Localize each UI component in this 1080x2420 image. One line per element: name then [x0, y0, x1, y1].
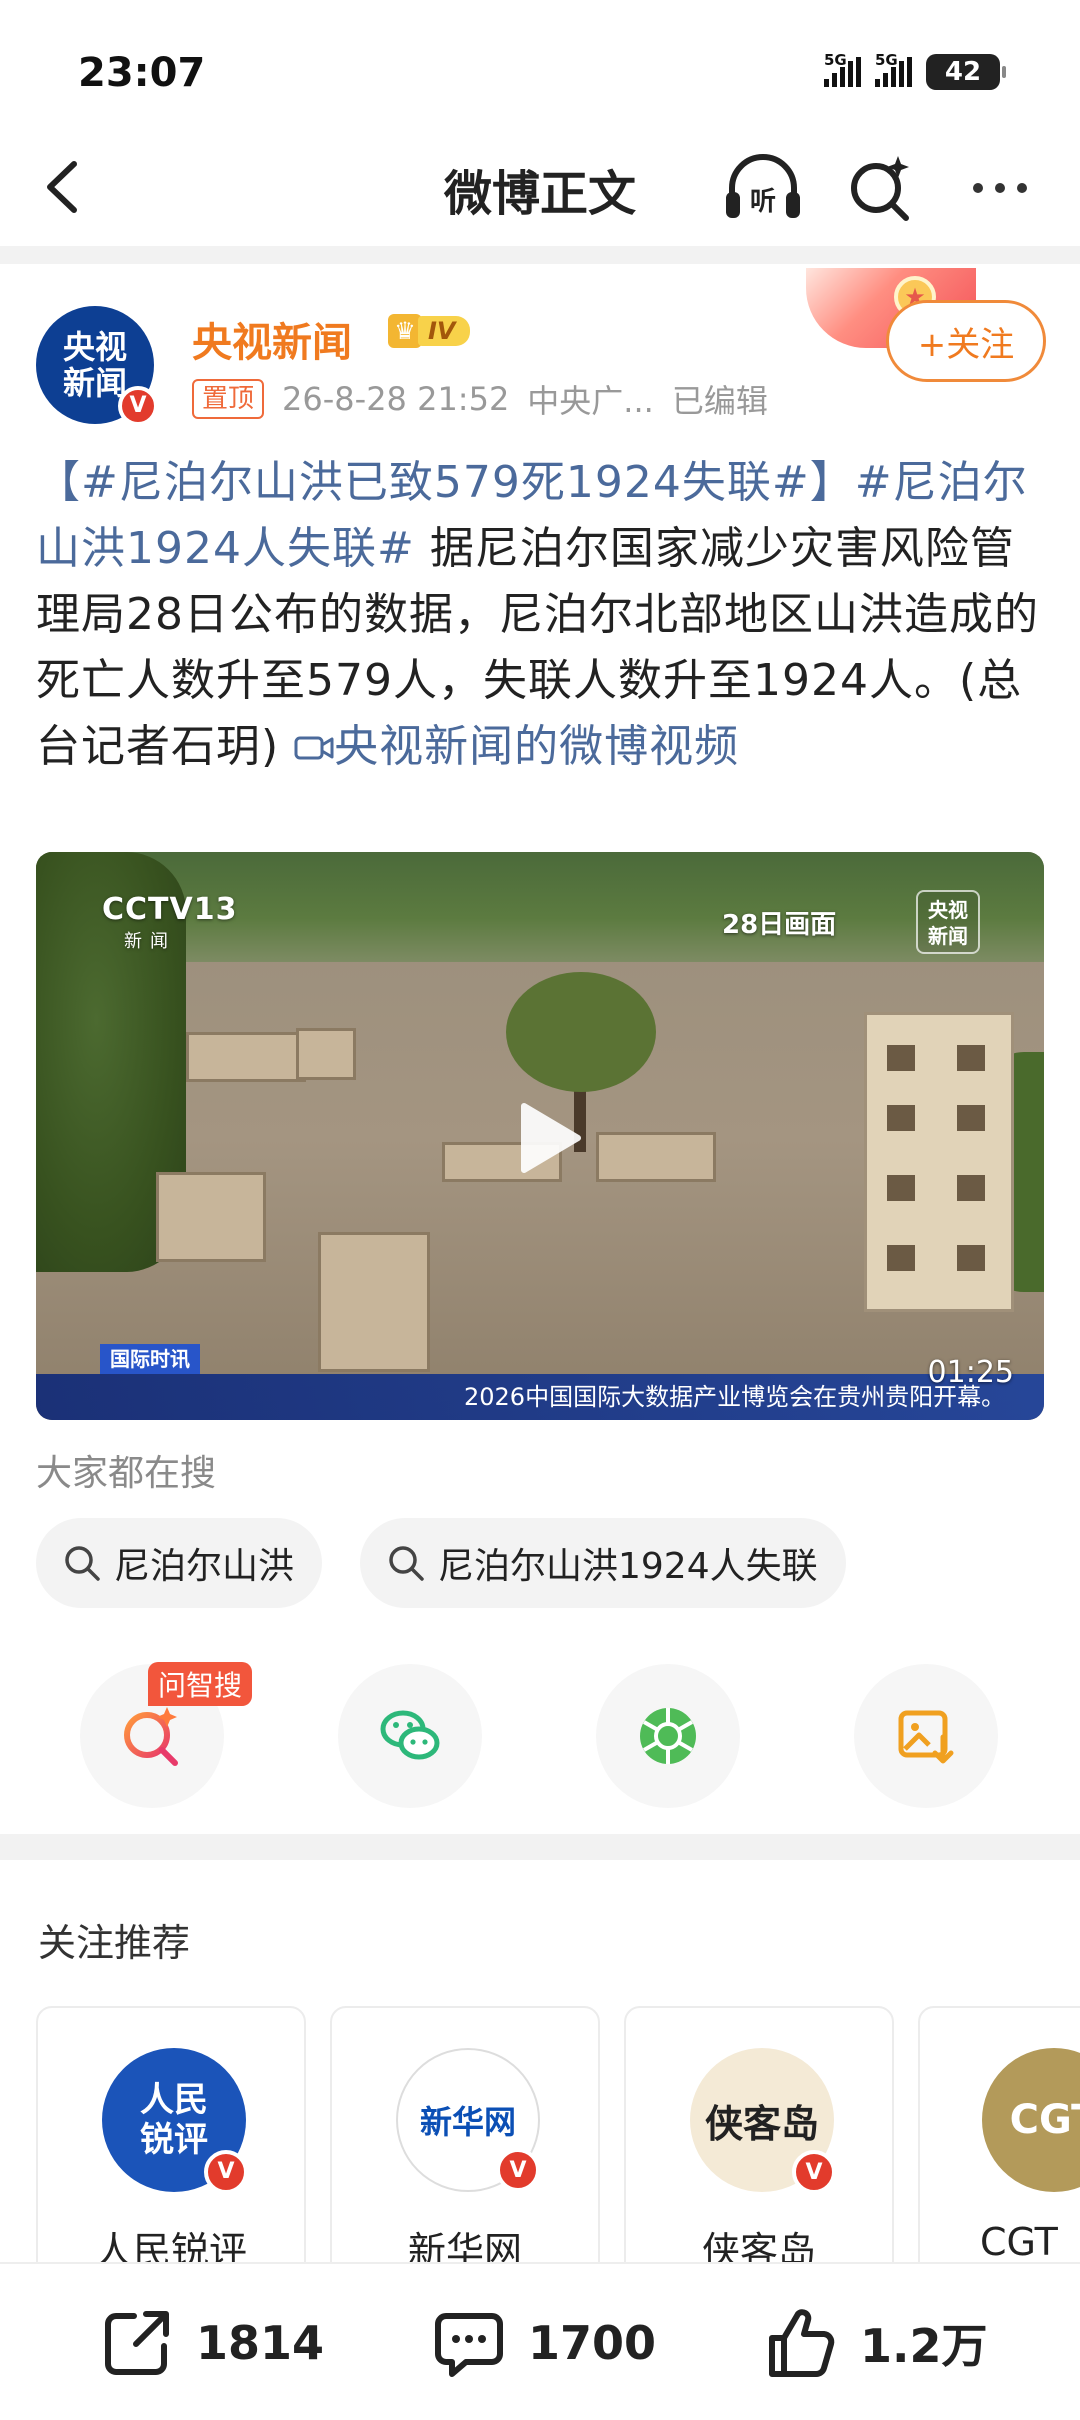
news-ticker: 国际时讯 2026中国国际大数据产业博览会在贵州贵阳开幕。 [36, 1344, 1044, 1420]
recommend-item[interactable]: 人民锐评 V 人民锐评 [36, 2006, 306, 2296]
bottom-action-bar: 1814 1700 1.2万 [0, 2262, 1080, 2420]
search-icon [65, 1546, 100, 1581]
recommend-item[interactable]: 侠客岛 V 侠客岛 [624, 2006, 894, 2296]
repost-count: 1814 [196, 2316, 325, 2370]
search-icon [389, 1546, 424, 1581]
wechat-share-button[interactable] [338, 1664, 482, 1808]
ai-search-icon[interactable] [846, 152, 916, 222]
video-link[interactable]: 央视新闻的微博视频 [294, 721, 739, 772]
channel-corner-logo: 央视 新闻 [916, 890, 980, 954]
battery-icon: 42 [926, 54, 1006, 90]
post-meta: 置顶 26-8-28 21:52 中央广... 已编辑 [192, 376, 768, 422]
wechat-icon [380, 1710, 440, 1760]
recommend-avatar: 新华网 V [396, 2048, 540, 2192]
recommend-section: 关注推荐 人民锐评V 人民锐评 新华网V 新华网 侠客岛V 侠客岛 CGT CG… [0, 1860, 1080, 2296]
wenzhisou-tag: 问智搜 [148, 1662, 253, 1706]
repost-icon [105, 2311, 169, 2375]
author-avatar[interactable]: 央视 新闻 V [36, 306, 158, 426]
comment-count: 1700 [528, 2316, 657, 2370]
post-text: 【#尼泊尔山洪已致579死1924失联#】#尼泊尔山洪1924人失联# 据尼泊尔… [36, 450, 1046, 780]
play-icon[interactable] [504, 1096, 588, 1180]
image-download-icon [898, 1710, 954, 1764]
recommend-avatar: CGT [982, 2048, 1080, 2192]
repost-button[interactable]: 1814 [100, 2306, 324, 2380]
listen-icon[interactable]: 听 [720, 148, 806, 228]
post-card: 央视 新闻 V 央视新闻 ♛ IV 置顶 26-8-28 21:52 中央广..… [0, 264, 1080, 1834]
status-time: 23:07 [78, 50, 206, 96]
video-duration: 01:25 [927, 1355, 1014, 1390]
save-image-button[interactable] [854, 1664, 998, 1808]
recommend-item[interactable]: 新华网 V 新华网 [330, 2006, 600, 2296]
video-icon [294, 736, 334, 760]
like-count: 1.2万 [860, 2319, 988, 2373]
verified-icon: V [496, 2148, 540, 2192]
status-bar: 23:07 5G 5G 42 [0, 0, 1080, 130]
author-name[interactable]: 央视新闻 [192, 310, 352, 368]
recommend-avatar: 人民锐评 V [102, 2048, 248, 2194]
search-chip[interactable]: 尼泊尔山洪1924人失联 [360, 1518, 846, 1608]
pinned-badge: 置顶 [192, 379, 265, 419]
moments-share-button[interactable] [596, 1664, 740, 1808]
verified-icon: V [118, 386, 158, 426]
moments-icon [640, 1708, 696, 1764]
crown-icon: ♛ [388, 314, 422, 348]
recommend-avatar: 侠客岛 V [690, 2048, 836, 2194]
ai-search-icon [124, 1707, 178, 1766]
video-date-tag: 28日画面 [722, 910, 837, 940]
more-icon[interactable] [960, 158, 1040, 218]
signal-icon: 5G [824, 51, 861, 87]
page-title: 微博正文 [443, 166, 636, 222]
listen-label: 听 [750, 187, 776, 217]
level-badge[interactable]: ♛ IV [388, 314, 470, 348]
signal-icon: 5G [875, 51, 912, 87]
hot-search-title: 大家都在搜 [36, 1453, 217, 1494]
status-indicators: 5G 5G 42 [824, 51, 1006, 90]
like-button[interactable]: 1.2万 [764, 2306, 988, 2380]
video-player[interactable]: CCTV13 新闻 28日画面 央视 新闻 国际时讯 2026中国国际大数据产业博览… [36, 852, 1044, 1420]
recommend-name: CGT [980, 2220, 1058, 2264]
edited-label[interactable]: 已编辑 [672, 376, 768, 422]
post-time: 26-8-28 21:52 [282, 380, 510, 418]
comment-icon [435, 2313, 503, 2377]
verified-icon: V [792, 2150, 836, 2194]
nav-bar: 微博正文 听 [0, 130, 1080, 246]
recommend-title: 关注推荐 [38, 1921, 191, 1965]
post-source[interactable]: 中央广... [527, 376, 654, 422]
verified-icon: V [204, 2150, 248, 2194]
follow-button[interactable]: +关注 [886, 300, 1046, 382]
search-chip[interactable]: 尼泊尔山洪 [36, 1518, 323, 1608]
comment-button[interactable]: 1700 [432, 2306, 656, 2380]
hashtag-link[interactable]: 【#尼泊尔山洪已致579死1924失联#】 [36, 457, 855, 508]
recommend-item[interactable]: CGT CGT [918, 2006, 1080, 2296]
thumbs-up-icon [769, 2309, 835, 2377]
cctv-logo: CCTV13 新闻 [102, 892, 238, 952]
program-tag: 国际时讯 [100, 1344, 200, 1374]
